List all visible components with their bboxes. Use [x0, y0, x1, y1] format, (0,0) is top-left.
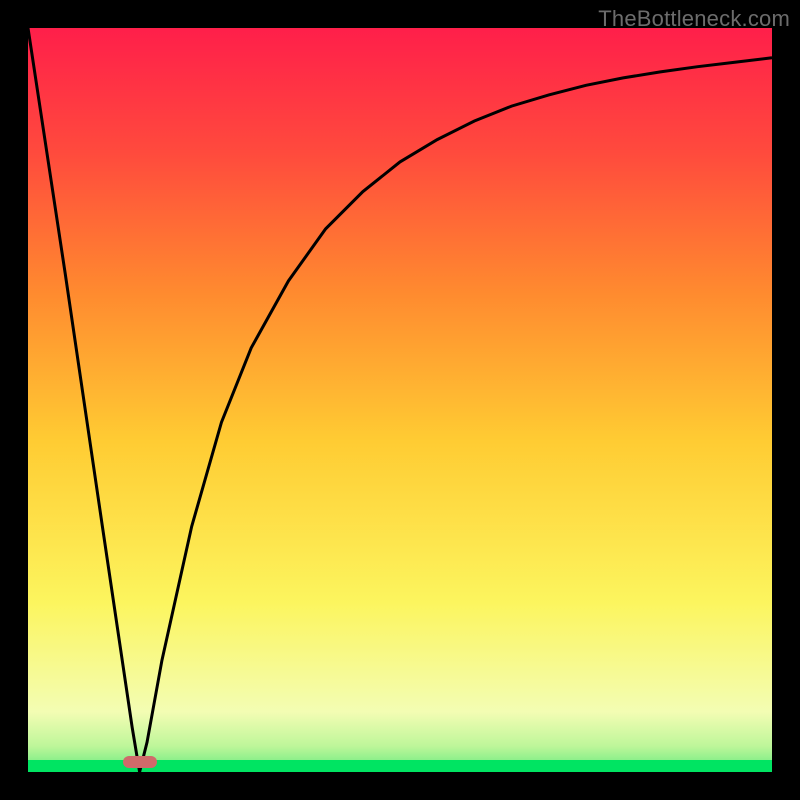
minimum-marker	[123, 756, 157, 768]
bottleneck-curve-path	[28, 28, 772, 772]
chart-frame: TheBottleneck.com	[0, 0, 800, 800]
plot-area	[28, 28, 772, 772]
curve-svg	[28, 28, 772, 772]
